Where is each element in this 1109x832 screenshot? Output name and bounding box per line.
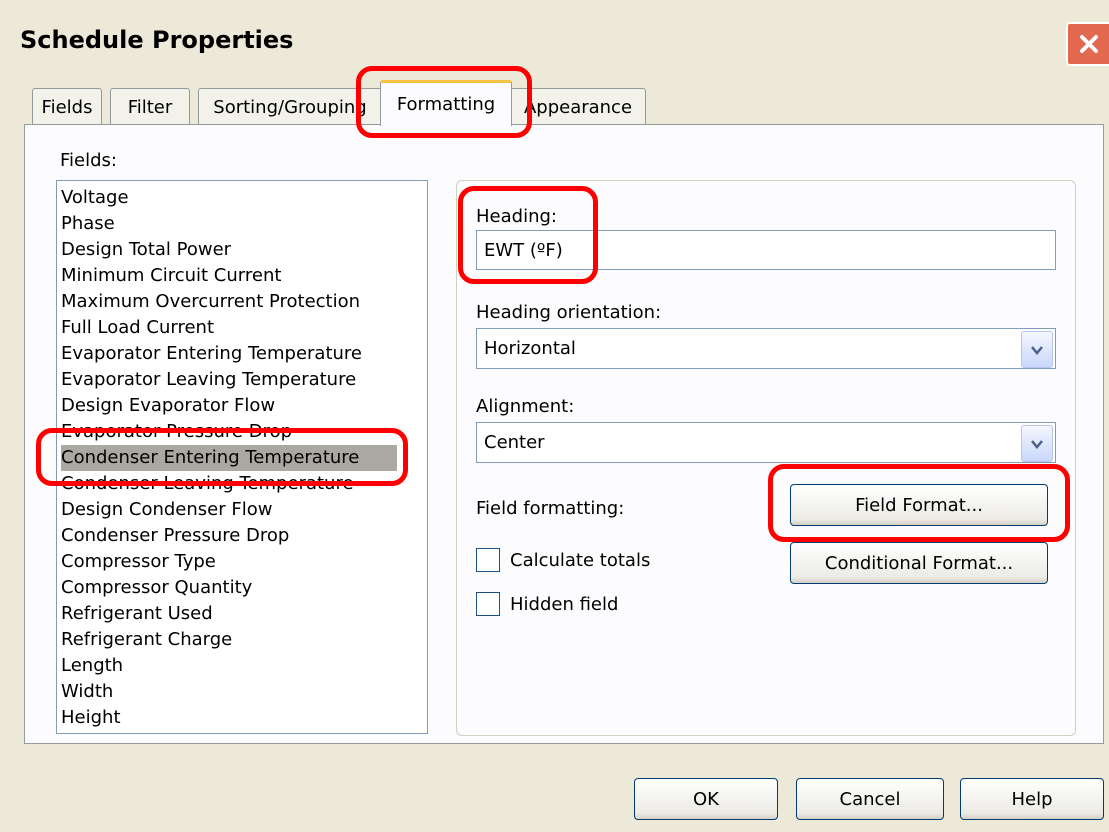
chevron-down-icon <box>1031 439 1043 449</box>
list-item[interactable]: Design Total Power <box>61 237 397 263</box>
chevron-down-icon <box>1031 345 1043 355</box>
list-item[interactable]: Condenser Entering Temperature <box>61 445 397 471</box>
list-item[interactable]: Minimum Circuit Current <box>61 263 397 289</box>
list-item[interactable]: Evaporator Leaving Temperature <box>61 367 397 393</box>
tab-label: Fields <box>41 97 93 118</box>
alignment-value: Center <box>484 432 545 453</box>
heading-input[interactable]: EWT (ºF) <box>476 230 1056 270</box>
button-label: OK <box>693 788 719 810</box>
list-item[interactable]: Condenser Pressure Drop <box>61 523 397 549</box>
tab-label: Appearance <box>523 97 633 118</box>
tab-formatting[interactable]: Formatting <box>380 80 512 126</box>
list-item[interactable]: Evaporator Pressure Drop <box>61 419 397 445</box>
tab-fields[interactable]: Fields <box>32 88 102 126</box>
hidden-field-label: Hidden field <box>510 593 619 615</box>
calculate-totals-label: Calculate totals <box>510 549 651 571</box>
list-item[interactable]: Phase <box>61 211 397 237</box>
hidden-field-row[interactable]: Hidden field <box>476 592 618 616</box>
list-item[interactable]: Evaporator Entering Temperature <box>61 341 397 367</box>
ok-button[interactable]: OK <box>634 778 778 820</box>
list-item[interactable]: Voltage <box>61 185 397 211</box>
tab-label: Sorting/Grouping <box>213 97 367 118</box>
list-item[interactable]: Maximum Overcurrent Protection <box>61 289 397 315</box>
close-button[interactable] <box>1066 22 1109 66</box>
list-item[interactable]: Width <box>61 679 397 705</box>
list-item[interactable]: Height <box>61 705 397 731</box>
list-item[interactable]: Full Load Current <box>61 315 397 341</box>
alignment-label: Alignment: <box>476 396 575 417</box>
heading-value: EWT (ºF) <box>484 239 563 261</box>
window-title: Schedule Properties <box>20 26 294 54</box>
dropdown-button[interactable] <box>1021 331 1053 368</box>
tab-sorting-grouping[interactable]: Sorting/Grouping <box>198 88 382 126</box>
calculate-totals-checkbox[interactable] <box>476 548 500 572</box>
list-item[interactable]: Refrigerant Charge <box>61 627 397 653</box>
button-label: Field Format... <box>855 494 983 516</box>
list-item[interactable]: Design Evaporator Flow <box>61 393 397 419</box>
heading-orientation-label: Heading orientation: <box>476 302 662 323</box>
cancel-button[interactable]: Cancel <box>796 778 944 820</box>
tab-label: Filter <box>127 97 173 118</box>
heading-orientation-select[interactable]: Horizontal <box>476 328 1056 369</box>
alignment-select[interactable]: Center <box>476 422 1056 463</box>
list-item[interactable]: Length <box>61 653 397 679</box>
list-item[interactable]: Design Condenser Flow <box>61 497 397 523</box>
button-label: Cancel <box>839 788 901 810</box>
field-format-button[interactable]: Field Format... <box>790 484 1048 526</box>
tab-appearance[interactable]: Appearance <box>510 88 646 126</box>
tab-label: Formatting <box>396 94 496 115</box>
conditional-format-button[interactable]: Conditional Format... <box>790 542 1048 584</box>
button-label: Help <box>1011 788 1053 810</box>
fields-label: Fields: <box>60 150 117 171</box>
list-item[interactable]: Refrigerant Used <box>61 601 397 627</box>
hidden-field-checkbox[interactable] <box>476 592 500 616</box>
list-item[interactable]: Compressor Type <box>61 549 397 575</box>
tab-filter[interactable]: Filter <box>110 88 190 126</box>
button-label: Conditional Format... <box>824 552 1014 574</box>
field-formatting-label: Field formatting: <box>476 498 625 519</box>
heading-label: Heading: <box>476 206 557 227</box>
fields-list[interactable]: Voltage Phase Design Total Power Minimum Ci… <box>56 180 428 734</box>
heading-orientation-value: Horizontal <box>484 338 576 359</box>
title-bar: Schedule Properties <box>0 0 1109 80</box>
close-x-icon <box>1079 35 1098 53</box>
list-item[interactable]: Compressor Quantity <box>61 575 397 601</box>
list-item[interactable]: Condenser Leaving Temperature <box>61 471 397 497</box>
dropdown-button[interactable] <box>1021 425 1053 462</box>
help-button[interactable]: Help <box>960 778 1104 820</box>
calculate-totals-row[interactable]: Calculate totals <box>476 548 650 572</box>
